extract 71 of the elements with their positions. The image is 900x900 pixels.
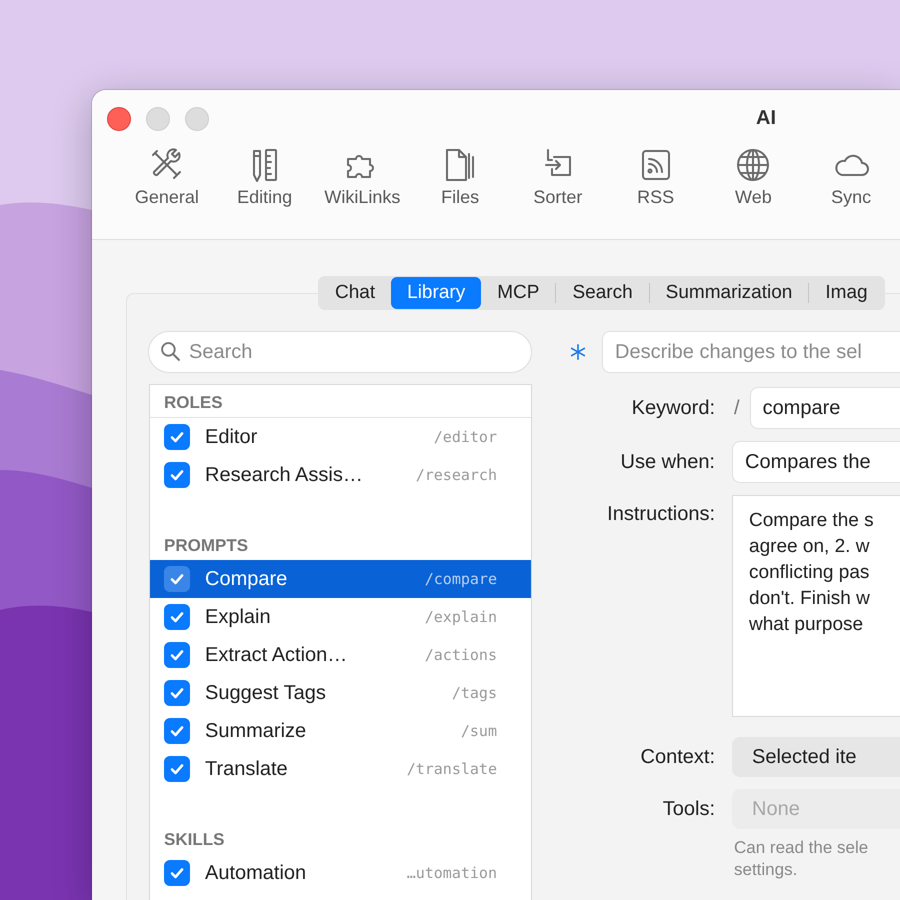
tab[interactable]: Summarization [650,277,808,309]
field-label: Tools: [662,798,715,820]
context-popup[interactable]: Selected ite [732,737,900,777]
checkbox[interactable] [164,566,190,592]
checkbox[interactable] [164,680,190,706]
checkbox[interactable] [164,424,190,450]
tab[interactable]: Imag [809,277,884,309]
tab[interactable]: Search [556,277,649,309]
window-title: AI [756,107,776,130]
tab[interactable]: MCP [481,277,556,309]
toolbar-item[interactable]: Sync [802,145,900,208]
toolbar-item[interactable]: Web [704,145,802,208]
list-row[interactable]: Extract Action… /actions [150,636,531,674]
list-row[interactable]: Editor /editor [150,418,531,456]
item-name: Suggest Tags [205,682,327,704]
toolbar-item[interactable]: WikiLinks [314,145,412,208]
instructions-field[interactable]: Compare the s agree on, 2. w conflicting pas don't. Finish w what purpose [732,495,900,717]
section-header: PROMPTS [163,535,250,557]
item-name: Translate [205,758,289,780]
item-name: Editor [205,426,258,448]
search-icon [160,341,181,362]
field-label: Keyword: [630,396,715,420]
item-name: Extract Action… [205,644,348,666]
item-keyword: /editor [434,428,497,446]
field-label: Instructions: [606,502,715,526]
help-text: Can read the sele [734,837,870,859]
list-row[interactable]: Summarize /sum [150,712,531,750]
toolbar-item[interactable]: RSS [606,145,704,208]
item-keyword: …utomation [406,864,497,882]
use-when-field[interactable]: Compares the [732,441,900,483]
toolbar-item[interactable]: General [118,145,216,208]
item-keyword: /actions [424,646,497,664]
tab[interactable]: Chat [319,277,392,309]
checkbox[interactable] [164,756,190,782]
item-name: Summarize [205,720,308,742]
prompt-field[interactable]: Describe changes to the sel [602,331,900,373]
toolbar-item[interactable]: Editing [216,145,314,208]
checkbox[interactable] [164,462,190,488]
item-name: Research Assis… [205,464,364,486]
help-text: settings. [734,859,798,881]
search-field[interactable]: Search [148,331,532,373]
list-row[interactable]: Translate /translate [150,750,531,788]
checkbox[interactable] [164,604,190,630]
close-button[interactable] [107,106,131,130]
list-row[interactable]: Suggest Tags /tags [150,674,531,712]
sparkle-icon [569,343,587,361]
toolbar-item[interactable]: Sorter [509,145,607,208]
item-keyword: /tags [452,684,497,702]
list-row[interactable]: Automation …utomation [150,854,531,892]
checkbox[interactable] [164,718,190,744]
tab[interactable]: Library [391,277,482,309]
item-keyword: /translate [406,760,497,778]
toolbar-item[interactable]: Files [411,145,509,208]
item-keyword: /sum [460,722,497,740]
field-label: Context: [640,746,715,768]
slash-prefix: / [734,396,740,420]
list-row[interactable]: Research Assis… /research [150,456,531,494]
item-name: Compare [205,568,288,590]
field-label: Use when: [620,450,715,474]
item-name: Automation [205,862,308,884]
checkbox[interactable] [164,860,190,886]
section-header: ROLES [150,385,531,418]
keyword-field[interactable]: compare [750,387,900,429]
list-row[interactable]: Explain /explain [150,598,531,636]
item-keyword: /explain [424,608,497,626]
section-header: SKILLS [163,829,226,851]
item-keyword: /research [416,466,497,484]
item-keyword: /compare [424,570,497,588]
list-row[interactable]: Compare /compare [150,560,531,598]
checkbox[interactable] [164,642,190,668]
item-name: Explain [205,606,272,628]
